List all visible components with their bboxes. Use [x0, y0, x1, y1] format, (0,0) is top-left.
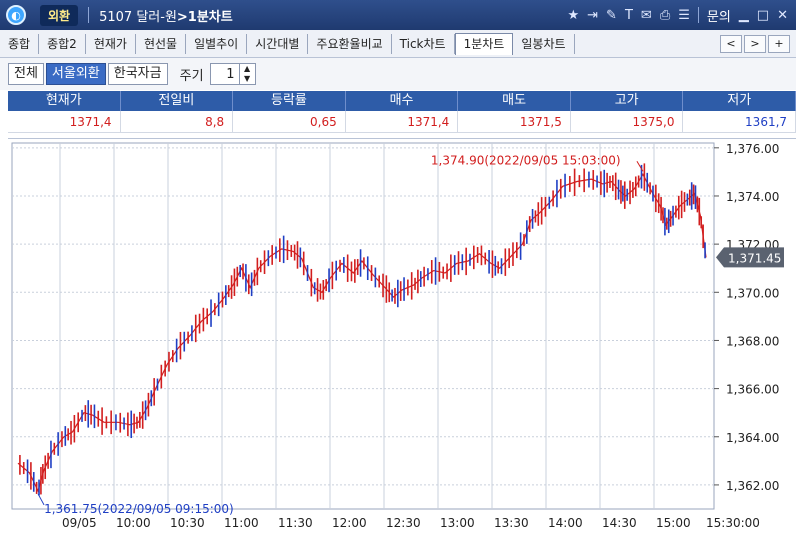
quote-header: 현재가 — [8, 91, 121, 111]
period-value[interactable]: 1 — [211, 67, 239, 82]
market-korea-button[interactable]: 한국자금 — [107, 63, 168, 85]
stepper-arrows-icon[interactable]: ▲ ▼ — [238, 64, 255, 84]
y-tick-label: 1,368.00 — [726, 334, 779, 348]
link-icon[interactable]: ✎ — [606, 8, 617, 23]
y-tick-label: 1,362.00 — [726, 479, 779, 493]
x-tick-label: 14:00 — [548, 516, 583, 530]
tab-summary[interactable]: 종합 — [0, 33, 40, 54]
tab-navigation: < > + — [720, 34, 796, 53]
tab-1min-chart[interactable]: 1분차트 — [454, 32, 514, 55]
tab-bar: 종합 종합2 현재가 현선물 일별추이 시간대별 주요환율비교 Tick차트 1… — [0, 30, 796, 58]
tab-daily-chart[interactable]: 일봉차트 — [513, 33, 575, 54]
x-tick-label: 09/05 — [62, 516, 97, 530]
tab-tick-chart[interactable]: Tick차트 — [392, 33, 455, 54]
quote-bid: 1371,4 — [345, 111, 459, 133]
tab-rate-compare[interactable]: 주요환율비교 — [308, 33, 392, 54]
symbol-name: 달러-원 — [136, 9, 177, 25]
quote-header: 전일비 — [120, 91, 234, 111]
y-tick-label: 1,374.00 — [726, 190, 779, 204]
chart-toolbar: 전체 서울외환 한국자금 주기 1 ▲ ▼ — [0, 58, 796, 90]
minimize-icon[interactable]: ▁ — [739, 8, 749, 23]
chat-icon[interactable]: ✉ — [641, 8, 652, 23]
price-chart[interactable]: 1,376.00 1,374.00 1,372.00 1,370.00 1,368.00… — [8, 138, 796, 537]
period-stepper[interactable]: 1 ▲ ▼ — [209, 63, 256, 85]
x-tick-label: 12:00 — [332, 516, 367, 530]
export-icon[interactable]: ⇥ — [587, 8, 598, 23]
quote-high: 1375,0 — [570, 111, 684, 133]
tab-current-price[interactable]: 현재가 — [86, 33, 136, 54]
quote-header: 매수 — [345, 91, 459, 111]
tab-add-button[interactable]: + — [768, 34, 790, 53]
x-tick-label: 13:00 — [440, 516, 475, 530]
tab-prev-button[interactable]: < — [720, 34, 742, 53]
x-tick-label: 11:30 — [278, 516, 313, 530]
tab-next-button[interactable]: > — [744, 34, 766, 53]
chart-svg[interactable]: 1,376.001,374.001,372.001,370.001,368.00… — [8, 139, 796, 537]
tab-spot-futures[interactable]: 현선물 — [136, 33, 187, 54]
market-seoul-button[interactable]: 서울외환 — [45, 63, 106, 85]
quote-header: 매도 — [458, 91, 571, 111]
print-icon[interactable]: ⎙ — [660, 8, 670, 23]
low-annotation: 1,361.75(2022/09/05 09:15:00) — [44, 502, 234, 516]
quote-header: 등락률 — [233, 91, 346, 111]
font-icon[interactable]: T — [625, 8, 633, 23]
view-name: >1분차트 — [176, 9, 233, 25]
quote-value-row: 1371,4 8,8 0,65 1371,4 1371,5 1375,0 136… — [8, 111, 796, 133]
x-tick-label: 14:30 — [602, 516, 637, 530]
title-divider — [697, 7, 699, 23]
x-tick-label: 10:30 — [170, 516, 205, 530]
maximize-icon[interactable]: □ — [757, 8, 769, 23]
title-divider — [88, 7, 90, 23]
quote-current: 1371,4 — [8, 111, 121, 133]
window-title: 5107 달러-원>1분차트 — [99, 6, 233, 25]
title-toolbar: ★ ⇥ ✎ T ✉ ⎙ ☰ 문의 ▁ □ ✕ — [567, 6, 796, 25]
tab-summary2[interactable]: 종합2 — [39, 33, 86, 54]
quote-change: 8,8 — [120, 111, 234, 133]
quote-change-rate: 0,65 — [233, 111, 346, 133]
x-tick-label: 15:00 — [656, 516, 691, 530]
quote-table: 현재가 전일비 등락률 매수 매도 고가 저가 1371,4 8,8 0,65 … — [8, 91, 796, 135]
app-logo-icon: ◐ — [6, 5, 26, 25]
title-bar: ◐ 외환 5107 달러-원>1분차트 ★ ⇥ ✎ T ✉ ⎙ ☰ 문의 ▁ □… — [0, 0, 796, 30]
close-icon[interactable]: ✕ — [777, 8, 788, 23]
high-annotation: 1,374.90(2022/09/05 15:03:00) — [431, 153, 621, 167]
x-tick-label: 12:30 — [386, 516, 421, 530]
x-tick-label: 11:00 — [224, 516, 259, 530]
y-tick-label: 1,366.00 — [726, 383, 779, 397]
period-label: 주기 — [179, 68, 204, 84]
y-tick-label: 1,370.00 — [726, 286, 779, 300]
tab-hourly[interactable]: 시간대별 — [247, 33, 309, 54]
help-button[interactable]: 문의 — [707, 6, 731, 25]
list-icon[interactable]: ☰ — [678, 8, 690, 23]
star-icon[interactable]: ★ — [567, 8, 579, 23]
x-tick-label: 15:30:00 — [706, 516, 760, 530]
x-tick-label: 13:30 — [494, 516, 529, 530]
y-tick-label: 1,376.00 — [726, 142, 779, 156]
quote-header: 저가 — [683, 91, 796, 111]
quote-ask: 1371,5 — [458, 111, 571, 133]
last-price-label: 1,371.45 — [728, 251, 781, 265]
y-tick-label: 1,364.00 — [726, 431, 779, 445]
plot-area — [11, 142, 715, 510]
quote-header: 고가 — [570, 91, 684, 111]
market-badge[interactable]: 외환 — [40, 4, 79, 26]
symbol-code: 5107 — [99, 9, 133, 25]
quote-low: 1361,7 — [683, 111, 796, 133]
market-all-button[interactable]: 전체 — [8, 63, 44, 85]
x-tick-label: 10:00 — [116, 516, 151, 530]
tab-daily-trend[interactable]: 일별추이 — [186, 33, 248, 54]
quote-header-row: 현재가 전일비 등락률 매수 매도 고가 저가 — [8, 91, 796, 111]
